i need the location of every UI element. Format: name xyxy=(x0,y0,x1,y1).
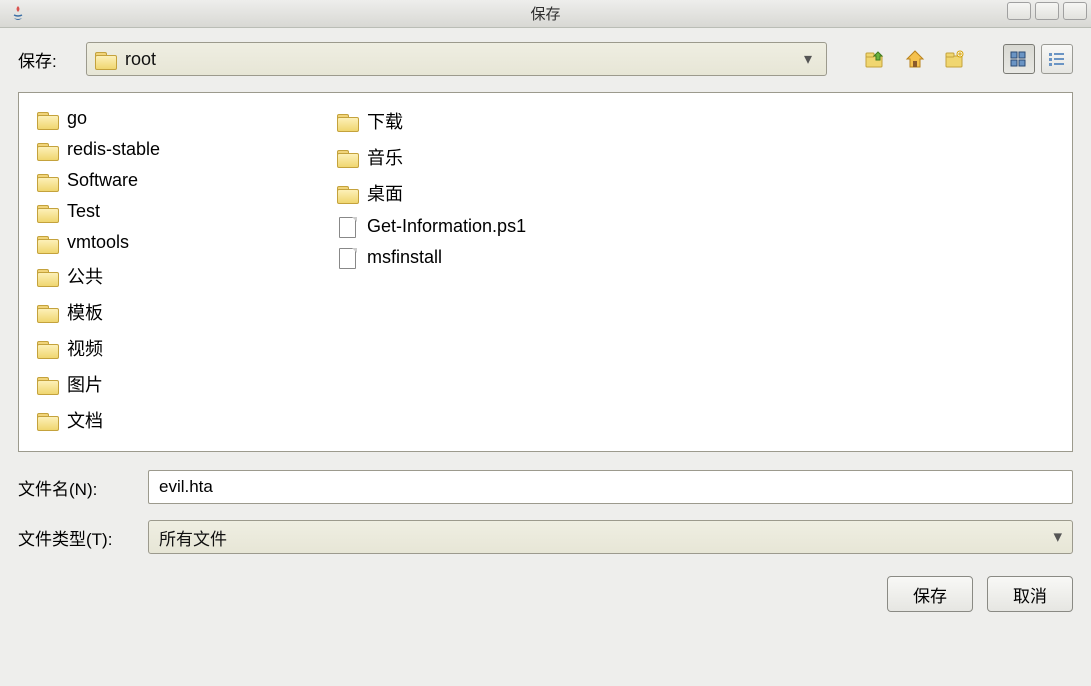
window-controls xyxy=(1007,2,1087,20)
item-label: 视频 xyxy=(67,335,103,361)
dialog-buttons: 保存 取消 xyxy=(0,562,1091,626)
folder-item[interactable]: 公共 xyxy=(33,258,293,294)
chevron-down-icon: ▾ xyxy=(798,49,818,69)
folder-icon xyxy=(37,267,59,285)
close-button[interactable] xyxy=(1063,2,1087,20)
filetype-label: 文件类型(T): xyxy=(18,525,130,550)
file-item[interactable]: msfinstall xyxy=(333,242,593,273)
folder-icon xyxy=(37,375,59,393)
folder-item[interactable]: 视频 xyxy=(33,330,293,366)
item-label: 桌面 xyxy=(367,180,403,206)
minimize-button[interactable] xyxy=(1007,2,1031,20)
item-label: Get-Information.ps1 xyxy=(367,216,526,237)
maximize-button[interactable] xyxy=(1035,2,1059,20)
item-label: msfinstall xyxy=(367,247,442,268)
save-in-label: 保存: xyxy=(18,47,72,72)
title-bar: 保存 xyxy=(0,0,1091,28)
item-label: 下载 xyxy=(367,108,403,134)
filetype-dropdown[interactable]: 所有文件 ▾ xyxy=(148,520,1073,554)
folder-icon xyxy=(95,50,117,68)
cancel-button[interactable]: 取消 xyxy=(987,576,1073,612)
location-dropdown[interactable]: root ▾ xyxy=(86,42,827,76)
folder-icon xyxy=(37,172,59,190)
folder-item[interactable]: 桌面 xyxy=(333,175,593,211)
item-label: go xyxy=(67,108,87,129)
item-label: 模板 xyxy=(67,299,103,325)
folder-icon xyxy=(337,112,359,130)
folder-icon xyxy=(37,303,59,321)
folder-item[interactable]: Test xyxy=(33,196,293,227)
item-label: Test xyxy=(67,201,100,222)
folder-item[interactable]: vmtools xyxy=(33,227,293,258)
folder-item[interactable]: 图片 xyxy=(33,366,293,402)
folder-icon xyxy=(37,110,59,128)
item-label: Software xyxy=(67,170,138,191)
filetype-row: 文件类型(T): 所有文件 ▾ xyxy=(0,512,1091,562)
folder-icon xyxy=(37,339,59,357)
up-one-level-button[interactable] xyxy=(859,43,891,75)
folder-item[interactable]: 音乐 xyxy=(333,139,593,175)
item-label: 图片 xyxy=(67,371,103,397)
folder-icon xyxy=(37,141,59,159)
filename-input[interactable] xyxy=(148,470,1073,504)
file-list-pane[interactable]: go redis-stable Software Test vmtools 公共模板视频图… xyxy=(18,92,1073,452)
filename-label: 文件名(N): xyxy=(18,475,130,500)
folder-item[interactable]: 文档 xyxy=(33,402,293,438)
item-label: redis-stable xyxy=(67,139,160,160)
folder-item[interactable]: 下载 xyxy=(333,103,593,139)
folder-icon xyxy=(37,234,59,252)
folder-item[interactable]: go xyxy=(33,103,293,134)
folder-item[interactable]: 模板 xyxy=(33,294,293,330)
folder-icon xyxy=(337,148,359,166)
item-label: 音乐 xyxy=(367,144,403,170)
java-icon xyxy=(6,2,30,26)
save-button[interactable]: 保存 xyxy=(887,576,973,612)
file-icon xyxy=(337,217,359,237)
file-icon xyxy=(337,248,359,268)
chevron-down-icon: ▾ xyxy=(1042,527,1062,547)
list-view-button[interactable] xyxy=(1003,44,1035,74)
location-toolbar: 保存: root ▾ xyxy=(0,28,1091,86)
item-label: vmtools xyxy=(67,232,129,253)
details-view-button[interactable] xyxy=(1041,44,1073,74)
folder-icon xyxy=(337,184,359,202)
filename-row: 文件名(N): xyxy=(0,462,1091,512)
item-label: 文档 xyxy=(67,407,103,433)
folder-icon xyxy=(37,411,59,429)
location-text: root xyxy=(125,49,790,70)
window-title: 保存 xyxy=(530,3,560,24)
new-folder-button[interactable] xyxy=(939,43,971,75)
home-button[interactable] xyxy=(899,43,931,75)
item-label: 公共 xyxy=(67,263,103,289)
folder-icon xyxy=(37,203,59,221)
file-item[interactable]: Get-Information.ps1 xyxy=(333,211,593,242)
folder-item[interactable]: redis-stable xyxy=(33,134,293,165)
folder-item[interactable]: Software xyxy=(33,165,293,196)
filetype-value: 所有文件 xyxy=(159,525,1042,550)
